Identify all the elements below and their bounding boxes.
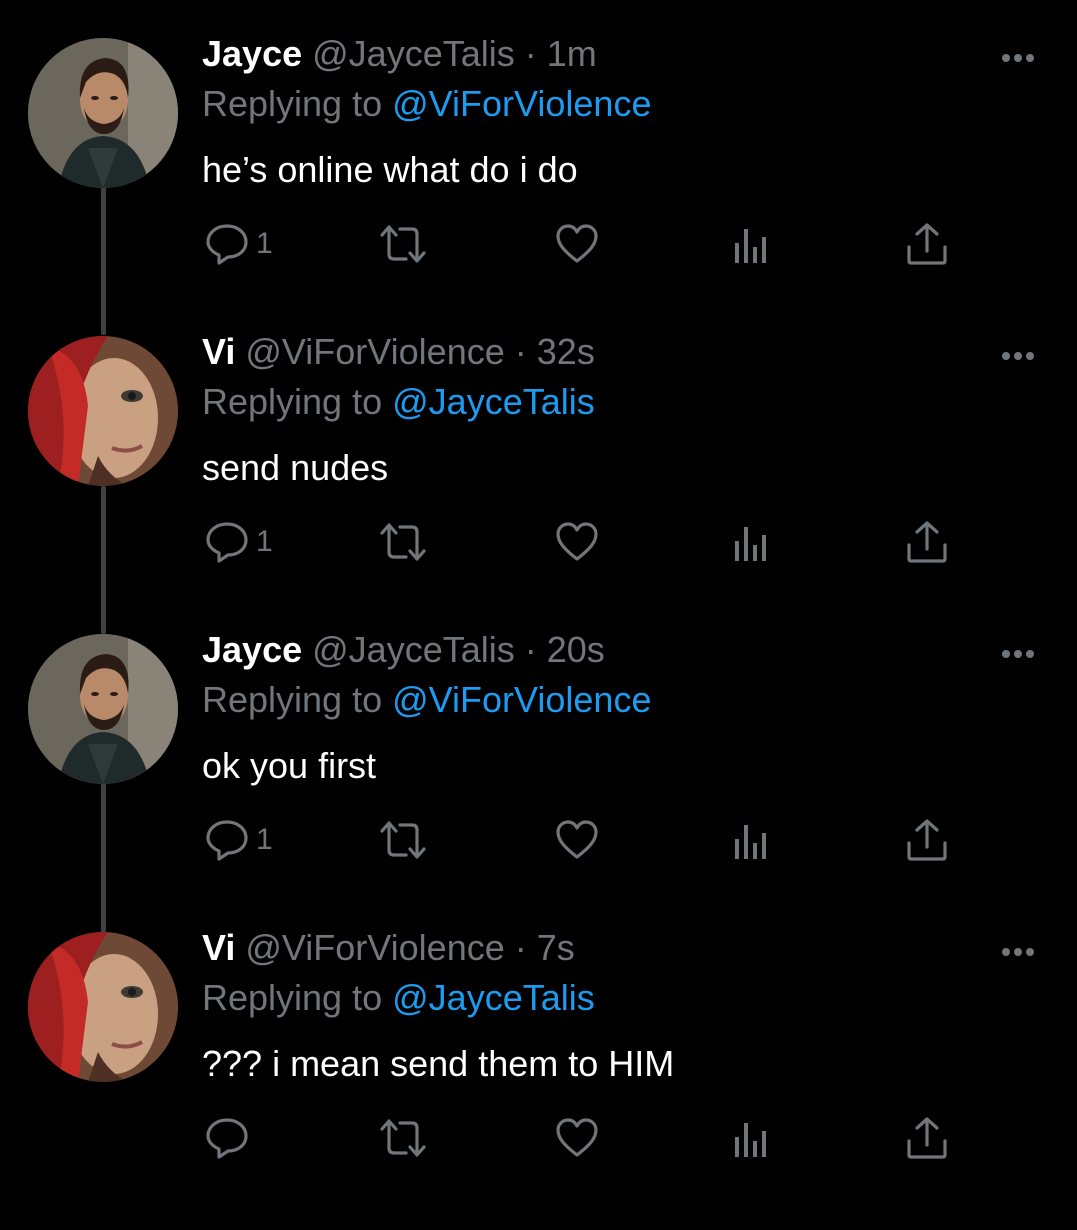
- replying-to: Replying to @JayceTalis: [202, 976, 595, 1020]
- tweet-header: Jayce @JayceTalis · 20s: [202, 628, 605, 672]
- display-name[interactable]: Vi: [202, 331, 235, 372]
- like-button[interactable]: [554, 514, 600, 570]
- timestamp[interactable]: 20s: [547, 629, 605, 670]
- reply-count: 1: [256, 227, 273, 260]
- retweet-icon: [376, 1115, 430, 1161]
- replying-label: Replying to: [202, 83, 383, 124]
- replying-to: Replying to @ViForViolence: [202, 82, 651, 126]
- jayce-avatar[interactable]: [28, 634, 178, 784]
- share-button[interactable]: [904, 812, 950, 868]
- reply-count: 1: [256, 823, 273, 856]
- retweet-button[interactable]: [376, 514, 430, 570]
- display-name[interactable]: Jayce: [202, 33, 302, 74]
- tweet-text: ??? i mean send them to HIM: [202, 1043, 675, 1084]
- retweet-button[interactable]: [376, 812, 430, 868]
- separator-dot: ·: [514, 927, 527, 968]
- like-button[interactable]: [554, 216, 600, 272]
- share-button[interactable]: [904, 216, 950, 272]
- more-icon[interactable]: [998, 630, 1038, 670]
- timestamp[interactable]: 7s: [537, 927, 575, 968]
- share-icon: [904, 1115, 950, 1161]
- tweet[interactable]: Vi @ViForViolence · 32s Replying to @Jay…: [0, 331, 1077, 634]
- action-bar: 1: [0, 216, 1077, 272]
- heart-icon: [554, 519, 600, 565]
- reply-icon: [204, 1115, 250, 1161]
- user-handle[interactable]: @JayceTalis: [312, 629, 515, 670]
- reply-button[interactable]: 1: [204, 216, 273, 272]
- tweet-header: Jayce @JayceTalis · 1m: [202, 32, 597, 76]
- like-button[interactable]: [554, 812, 600, 868]
- display-name[interactable]: Vi: [202, 927, 235, 968]
- analytics-icon: [730, 221, 776, 267]
- reply-count: 1: [256, 525, 273, 558]
- tweet-text: send nudes: [202, 447, 389, 488]
- user-handle[interactable]: @ViForViolence: [245, 927, 504, 968]
- analytics-button[interactable]: [730, 812, 776, 868]
- share-icon: [904, 519, 950, 565]
- reply-button[interactable]: [204, 1110, 256, 1166]
- analytics-button[interactable]: [730, 216, 776, 272]
- tweet[interactable]: Vi @ViForViolence · 7s Replying to @Jayc…: [0, 927, 1077, 1230]
- tweet-header: Vi @ViForViolence · 7s: [202, 926, 575, 970]
- replying-to: Replying to @JayceTalis: [202, 380, 595, 424]
- heart-icon: [554, 221, 600, 267]
- user-handle[interactable]: @JayceTalis: [312, 33, 515, 74]
- display-name[interactable]: Jayce: [202, 629, 302, 670]
- replying-label: Replying to: [202, 381, 383, 422]
- action-bar: 1: [0, 812, 1077, 868]
- tweet-header: Vi @ViForViolence · 32s: [202, 330, 595, 374]
- tweet-text: ok you first: [202, 745, 377, 786]
- reply-icon: [204, 817, 250, 863]
- reply-icon: [204, 519, 250, 565]
- heart-icon: [554, 817, 600, 863]
- replying-label: Replying to: [202, 977, 383, 1018]
- retweet-button[interactable]: [376, 1110, 430, 1166]
- separator-dot: ·: [514, 331, 527, 372]
- action-bar: [0, 1110, 1077, 1166]
- vi-avatar[interactable]: [28, 336, 178, 486]
- analytics-icon: [730, 817, 776, 863]
- share-button[interactable]: [904, 1110, 950, 1166]
- heart-icon: [554, 1115, 600, 1161]
- timestamp[interactable]: 1m: [547, 33, 597, 74]
- like-button[interactable]: [554, 1110, 600, 1166]
- analytics-button[interactable]: [730, 1110, 776, 1166]
- analytics-button[interactable]: [730, 514, 776, 570]
- retweet-icon: [376, 519, 430, 565]
- share-icon: [904, 817, 950, 863]
- reply-icon: [204, 221, 250, 267]
- user-handle[interactable]: @ViForViolence: [245, 331, 504, 372]
- retweet-icon: [376, 221, 430, 267]
- share-icon: [904, 221, 950, 267]
- more-icon[interactable]: [998, 928, 1038, 968]
- replying-to: Replying to @ViForViolence: [202, 678, 651, 722]
- retweet-icon: [376, 817, 430, 863]
- vi-avatar[interactable]: [28, 932, 178, 1082]
- analytics-icon: [730, 519, 776, 565]
- retweet-button[interactable]: [376, 216, 430, 272]
- tweet-text: he’s online what do i do: [202, 149, 578, 190]
- tweet[interactable]: Jayce @JayceTalis · 1m Replying to @ViFo…: [0, 33, 1077, 336]
- mention-link[interactable]: @JayceTalis: [392, 977, 595, 1018]
- reply-button[interactable]: 1: [204, 514, 273, 570]
- mention-link[interactable]: @JayceTalis: [392, 381, 595, 422]
- more-icon[interactable]: [998, 332, 1038, 372]
- share-button[interactable]: [904, 514, 950, 570]
- more-icon[interactable]: [998, 34, 1038, 74]
- tweet[interactable]: Jayce @JayceTalis · 20s Replying to @ViF…: [0, 629, 1077, 932]
- separator-dot: ·: [524, 33, 537, 74]
- reply-button[interactable]: 1: [204, 812, 273, 868]
- analytics-icon: [730, 1115, 776, 1161]
- jayce-avatar[interactable]: [28, 38, 178, 188]
- replying-label: Replying to: [202, 679, 383, 720]
- mention-link[interactable]: @ViForViolence: [392, 83, 651, 124]
- timestamp[interactable]: 32s: [537, 331, 595, 372]
- mention-link[interactable]: @ViForViolence: [392, 679, 651, 720]
- action-bar: 1: [0, 514, 1077, 570]
- separator-dot: ·: [524, 629, 537, 670]
